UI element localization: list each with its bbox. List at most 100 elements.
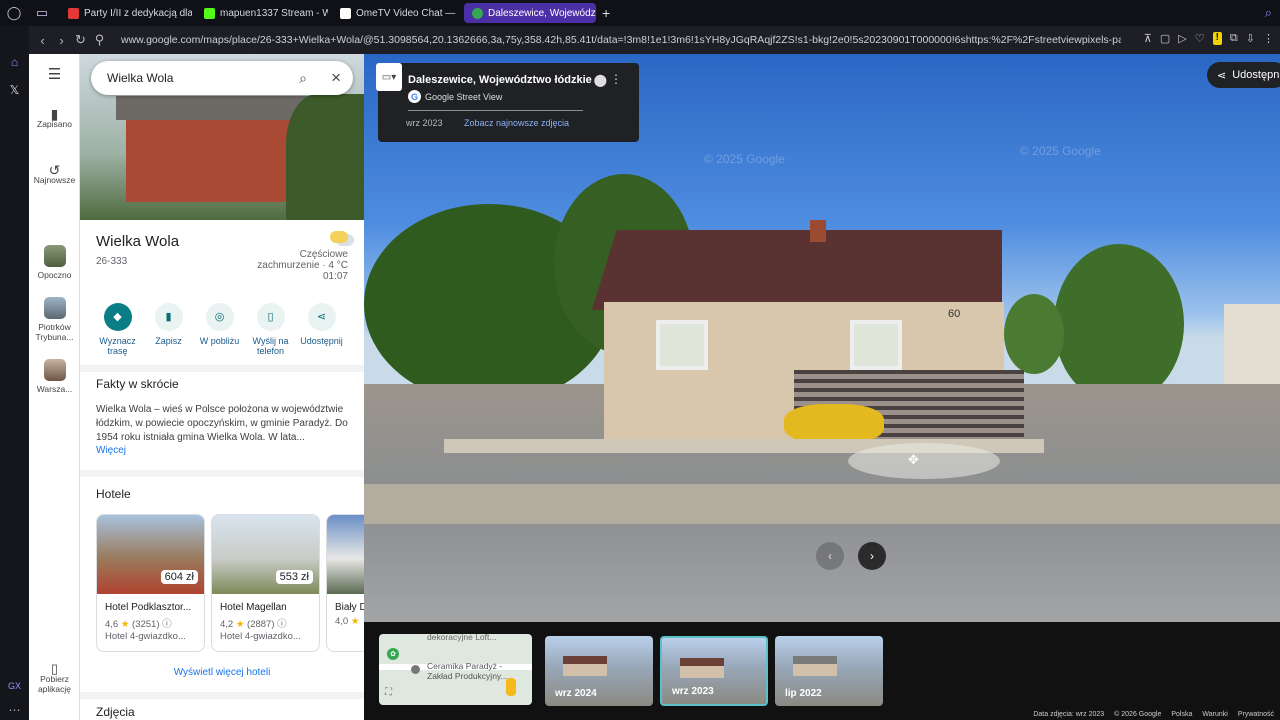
expand-icon[interactable]: ⛶ <box>385 687 392 698</box>
place-title: Wielka Wola <box>96 233 180 250</box>
manor-roof-shape <box>116 96 316 120</box>
tab-search-icon[interactable]: ⌕ <box>1265 5 1272 21</box>
search-box[interactable]: Wielka Wola ⌕ × <box>91 61 353 95</box>
street-view-brand: G Google Street View <box>408 90 502 103</box>
more-icon[interactable]: ⋯ <box>0 696 29 720</box>
nav-arrow-right-icon[interactable]: › <box>858 542 886 570</box>
send-to-phone-button[interactable]: ▯ Wyślij na telefon <box>245 301 296 363</box>
star-icon: ★ <box>120 619 130 630</box>
close-icon[interactable]: × <box>331 68 341 88</box>
location-pin-icon[interactable]: ⬤ <box>594 73 607 87</box>
recent-place-3[interactable]: Warsza... <box>29 359 80 394</box>
brand-label: Google Street View <box>425 91 503 102</box>
divider <box>80 365 364 372</box>
settings-icon[interactable]: ⋮ <box>1263 32 1274 45</box>
hotels-heading: Hotele <box>96 487 131 501</box>
search-input[interactable]: Wielka Wola <box>107 71 173 85</box>
nearby-button[interactable]: ◎ W pobliżu <box>194 301 245 363</box>
recent-button[interactable]: ↺ Najnowsze <box>29 163 80 185</box>
hotel-rating: 4,0 ★ <box>335 616 359 627</box>
timeline-thumb-1[interactable]: wrz 2024 <box>545 636 653 706</box>
footer-country[interactable]: Polska <box>1171 711 1192 718</box>
new-tab-button[interactable]: + <box>602 5 610 21</box>
bookmark-icon: ▮ <box>50 106 59 122</box>
back-icon[interactable]: ‹ <box>33 33 52 48</box>
play-icon[interactable]: ▷ <box>1178 32 1186 45</box>
keyboard-icon[interactable]: ▭▾ <box>376 63 402 91</box>
recent-place-2[interactable]: Piotrków Trybuna... <box>29 297 80 342</box>
address-bar: ‹ › ↻ ⚲ www.google.com/maps/place/26-333… <box>29 26 1280 54</box>
star-icon: ★ <box>235 619 245 630</box>
hotel-rating: 4,2 ★ (2887) ⓘ <box>220 616 287 630</box>
hotel-card-1[interactable]: 604 zł Hotel Podklasztor... 4,6 ★ (3251)… <box>96 514 205 652</box>
x-twitter-icon[interactable]: 𝕏 <box>0 76 29 104</box>
more-hotels-link[interactable]: Wyświetl więcej hoteli <box>80 667 364 678</box>
nav-arrow-left-icon[interactable]: ‹ <box>816 542 844 570</box>
recent-thumbnail <box>43 297 66 319</box>
action-buttons: ◆ Wyznacz trasę ▮ Zapisz ◎ W pobliżu ▯ W… <box>80 301 364 363</box>
heart-icon[interactable]: ♡ <box>1195 32 1205 45</box>
move-cursor-icon: ✥ <box>908 452 919 467</box>
extensions-icon[interactable]: ⧉ <box>1230 32 1238 45</box>
tab-4-active[interactable]: Daleszewice, Województw <box>464 3 596 23</box>
recent-place-1[interactable]: Opoczno <box>29 245 80 280</box>
share-button[interactable]: ⋖ Udostępnij <box>296 301 347 363</box>
roof-shape <box>592 230 1002 310</box>
get-app-button[interactable]: ▯ Pobierz aplikację <box>29 661 80 694</box>
footer-privacy[interactable]: Prywatność <box>1238 711 1274 718</box>
street-view-location-title: Daleszewice, Województwo łódzkie <box>408 74 592 86</box>
footer-terms[interactable]: Warunki <box>1202 711 1227 718</box>
hotel-price: 553 zł <box>275 570 313 584</box>
extension-icon[interactable]: ! <box>1212 32 1222 45</box>
downloads-icon[interactable]: ⇩ <box>1246 32 1255 45</box>
saved-button[interactable]: ▮ Zapisano <box>29 106 80 129</box>
hotel-name: Biały D <box>335 602 364 613</box>
opera-logo-icon[interactable]: ◯ <box>0 0 28 26</box>
tree-shape <box>1004 294 1064 374</box>
info-icon[interactable]: ⓘ <box>162 619 172 630</box>
tab-label: OmeTV Video Chat — <box>356 7 456 19</box>
tab-1[interactable]: Party I/II z dedykacją dla K <box>60 3 192 23</box>
timeline-thumb-2-selected[interactable]: wrz 2023 <box>660 636 768 706</box>
maps-pin-icon <box>472 7 483 19</box>
info-icon[interactable]: ⓘ <box>277 619 287 630</box>
sidewalk-shape <box>364 484 1280 528</box>
site-info-icon[interactable]: ⚲ <box>90 32 109 48</box>
nearby-icon: ◎ <box>205 303 234 331</box>
footer-photo-date: Data zdjęcia: wrz 2023 <box>1033 711 1105 718</box>
mini-map[interactable]: dekoracyjne Loft... ✿ Ceramika Paradyż -… <box>379 634 532 705</box>
place-dot-icon <box>411 665 420 674</box>
timeline-thumb-3[interactable]: lip 2022 <box>775 636 883 706</box>
recent-place-label: Opoczno <box>37 270 72 280</box>
hotel-type: Hotel 4-gwiazdko... <box>105 631 186 642</box>
local-time: 01:07 <box>322 271 348 282</box>
kick-icon <box>204 7 215 19</box>
rating-value: 4,2 <box>220 619 234 630</box>
menu-icon[interactable]: ☰ <box>29 67 80 82</box>
search-icon[interactable]: ⌕ <box>299 70 307 87</box>
forward-icon[interactable]: › <box>52 33 71 48</box>
share-button[interactable]: ⋖ Udostępnij <box>1207 62 1280 88</box>
snapshot-icon[interactable]: ▢ <box>1160 32 1170 45</box>
hotel-card-2[interactable]: 553 zł Hotel Magellan 4,2 ★ (2887) ⓘ Hot… <box>211 514 320 652</box>
pin-icon[interactable]: ⊼ <box>1144 32 1152 45</box>
more-vert-icon[interactable]: ⋮ <box>610 72 622 86</box>
latest-photos-link[interactable]: Zobacz najnowsze zdjęcia <box>464 118 569 128</box>
reload-icon[interactable]: ↻ <box>71 32 90 48</box>
directions-button[interactable]: ◆ Wyznacz trasę <box>92 301 143 363</box>
manor-house-shape <box>126 112 306 202</box>
hotel-card-3[interactable]: Biały D 4,0 ★ <box>326 514 364 652</box>
neighbor-house-shape <box>1224 304 1280 384</box>
tab-2[interactable]: mapuen1337 Stream - Wa <box>196 3 328 23</box>
phone-icon: ▯ <box>50 661 59 676</box>
save-button[interactable]: ▮ Zapisz <box>143 301 194 363</box>
tab-3[interactable]: OmeTV Video Chat — <box>332 3 460 23</box>
url-field[interactable]: www.google.com/maps/place/26-333+Wielka+… <box>121 34 1121 46</box>
tab-menu-icon[interactable]: ▭ <box>28 0 56 26</box>
opera-sidebar: ⌂ 𝕏 GX ⋯ <box>0 26 29 720</box>
aria-icon[interactable]: ⌂ <box>0 48 29 76</box>
map-marker-icon[interactable]: ✿ <box>387 648 399 660</box>
facts-more-link[interactable]: Więcej <box>96 445 126 456</box>
pegman-icon[interactable] <box>506 678 516 696</box>
phone-icon: ▯ <box>256 303 285 331</box>
